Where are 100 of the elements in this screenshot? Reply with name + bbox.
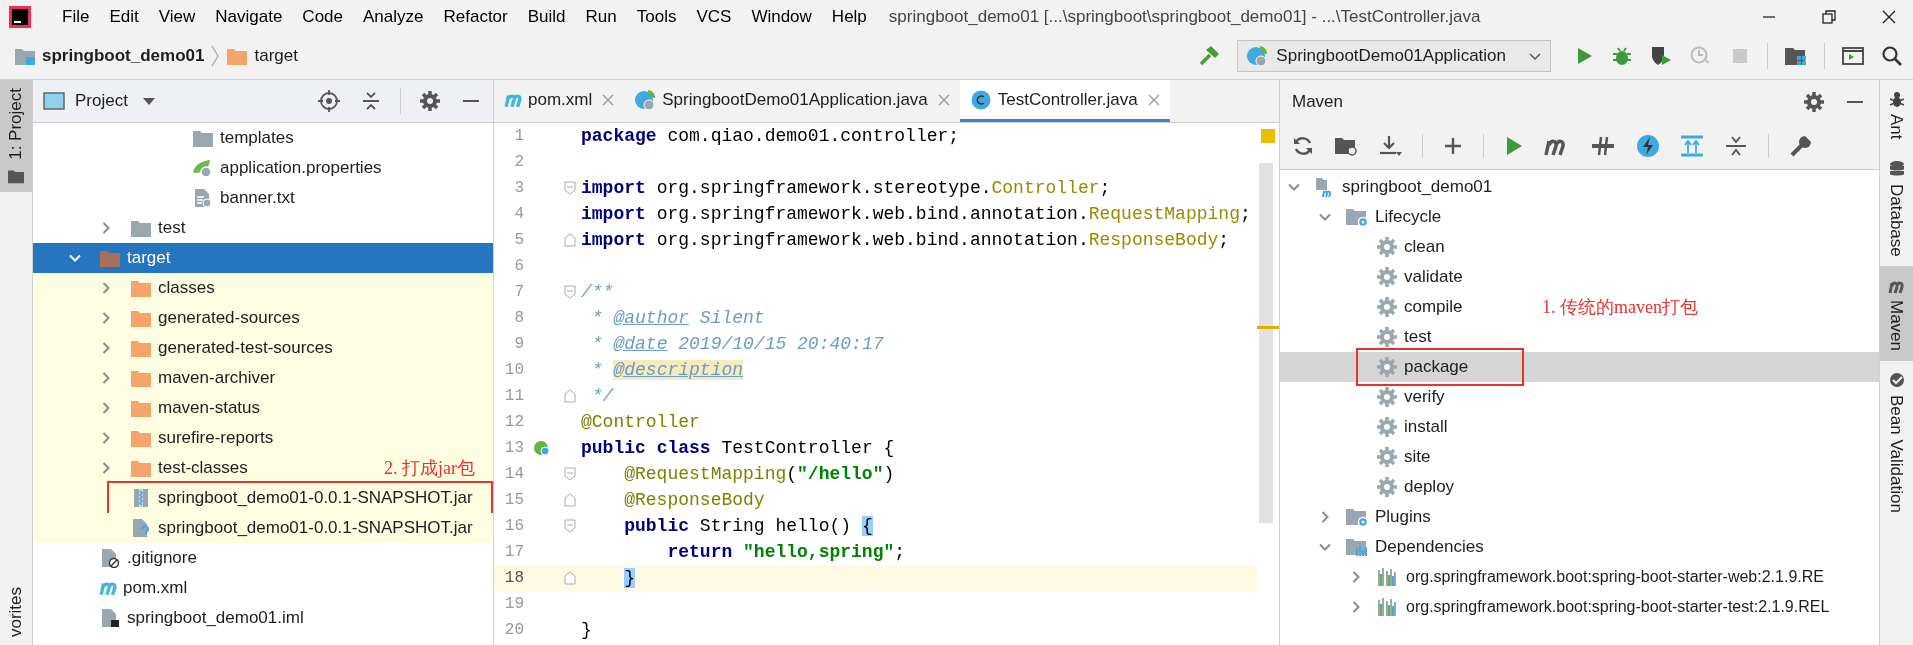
bean-leaf-icon[interactable] [533,439,551,457]
scrollbar-thumb[interactable] [1259,163,1273,523]
menu-item[interactable]: VCS [686,3,742,30]
tree-item[interactable]: test [1280,322,1879,352]
run-configuration-dropdown[interactable]: SpringbootDemo01Application [1237,40,1551,72]
menu-item[interactable]: Edit [99,3,149,30]
line-number: 4 [513,204,524,225]
search-icon[interactable] [1881,45,1903,67]
item-label: verify [1404,386,1445,409]
code-line: } [580,618,592,642]
tree-item[interactable]: clean [1280,232,1879,262]
menu-item[interactable]: Help [821,3,877,30]
hammer-icon[interactable] [1197,44,1222,68]
tree-item[interactable]: surefire-reports [33,423,493,453]
skip-tests-icon[interactable] [1590,135,1616,157]
tree-item[interactable]: deploy [1280,472,1879,502]
lightning-icon[interactable] [1636,134,1660,158]
tree-item[interactable]: springboot_demo01 [1280,172,1879,202]
fold-marker-icon[interactable] [564,467,576,481]
terminal-window-icon[interactable] [1841,45,1865,67]
tree-item[interactable]: org.springframework.boot:spring-boot-starter-test:2.1.9.REL [1280,592,1879,622]
fold-marker-icon[interactable] [564,571,576,585]
editor-tab[interactable]: SpringbootDemo01Application.java [624,80,960,122]
folder-reload-icon[interactable] [1334,135,1358,157]
menu-item[interactable]: Code [292,3,353,30]
fold-marker-icon[interactable] [564,389,576,403]
tree-item[interactable]: Lifecycle [1280,202,1879,232]
shield-run-icon[interactable] [1649,45,1673,67]
tool-window-tab[interactable]: Ant [1880,80,1913,150]
line-number: 17 [503,542,524,563]
tool-window-tab[interactable]: Database [1880,149,1913,267]
settings-icon[interactable] [1803,90,1825,113]
tool-window-tab[interactable]: Maven [1880,266,1913,362]
tree-item[interactable]: Plugins [1280,502,1879,532]
tree-item[interactable]: verify [1280,382,1879,412]
tool-window-tab[interactable]: vorites [0,578,32,645]
menu-item[interactable]: Refactor [433,3,518,30]
tree-item[interactable]: generated-test-sources [33,333,493,363]
locate-icon[interactable] [318,90,340,112]
panel-title: Maven [1292,90,1344,113]
expand-icon[interactable] [1680,135,1704,157]
tree-item[interactable]: site [1280,442,1879,472]
fold-marker-icon[interactable] [564,493,576,507]
tree-item[interactable]: springboot_demo01-0.0.1-SNAPSHOT.jar [33,483,493,513]
tree-item[interactable]: banner.txt [33,183,493,213]
tree-item[interactable]: classes [33,273,493,303]
item-label: surefire-reports [158,427,274,450]
menu-item[interactable]: Build [517,3,576,30]
tree-item[interactable]: application.properties [33,153,493,183]
editor-tab[interactable]: pom.xml [494,80,625,122]
close-icon[interactable] [1881,8,1897,25]
fold-marker-icon[interactable] [564,233,576,247]
menu-item[interactable]: View [148,3,206,30]
plus-icon[interactable] [1443,136,1463,156]
wrench-icon[interactable] [1789,134,1813,158]
code-line: public String hello() { [623,514,873,538]
editor-tab[interactable]: TestController.java [959,80,1170,122]
tree-item[interactable]: install [1280,412,1879,442]
tree-item[interactable]: springboot_demo01-0.0.1-SNAPSHOT.jar [33,513,493,543]
tool-window-tab[interactable]: Bean Validation [1880,361,1913,524]
line-number: 16 [503,516,524,537]
download-icon[interactable] [1378,135,1402,157]
bug-icon[interactable] [1611,45,1633,67]
reload-icon[interactable] [1292,135,1314,157]
menu-item[interactable]: Analyze [353,3,434,30]
menu-item[interactable]: File [52,3,100,30]
tree-item[interactable]: .gitignore [33,543,493,573]
menu-item[interactable]: Tools [626,3,687,30]
settings-icon[interactable] [419,90,441,112]
app-logo-icon[interactable] [8,4,32,29]
tree-item[interactable]: generated-sources [33,303,493,333]
tree-item[interactable]: compile 1. 传统的maven打包 [1280,292,1879,322]
tool-window-tab[interactable]: 1: Project [0,80,32,192]
tree-item[interactable]: target [33,243,493,273]
line-number: 2 [513,152,524,173]
fold-marker-icon[interactable] [564,285,576,299]
code-line: import org.springframework.web.bind.annotation.RequestMapping; [580,202,1251,226]
fold-marker-icon[interactable] [564,181,576,195]
collapse-all-icon[interactable] [360,90,382,112]
project-structure-icon[interactable] [1784,45,1808,67]
breadcrumb[interactable]: target [226,43,298,69]
tree-item[interactable]: maven-archiver [33,363,493,393]
tree-item[interactable]: templates [33,123,493,153]
collapse-all-icon[interactable] [1724,135,1748,157]
tree-item[interactable]: springboot_demo01.iml [33,603,493,633]
menu-item[interactable]: Navigate [205,3,293,30]
run-icon[interactable] [1504,135,1524,157]
tree-item[interactable]: org.springframework.boot:spring-boot-starter-web:2.1.9.RE [1280,562,1879,592]
restore-icon[interactable] [1821,8,1837,25]
tree-item[interactable]: maven-status [33,393,493,423]
tree-item[interactable]: validate [1280,262,1879,292]
tree-item[interactable]: pom.xml [33,573,493,603]
tree-item[interactable]: test-classes 2. 打成jar包 [33,453,493,483]
fold-marker-icon[interactable] [564,519,576,533]
breadcrumb[interactable]: springboot_demo01 [14,43,205,69]
menu-item[interactable]: Window [741,3,822,30]
menu-item[interactable]: Run [575,3,627,30]
tree-item[interactable]: test [33,213,493,243]
tree-item[interactable]: Dependencies [1280,532,1879,562]
ant-icon [1887,90,1906,108]
